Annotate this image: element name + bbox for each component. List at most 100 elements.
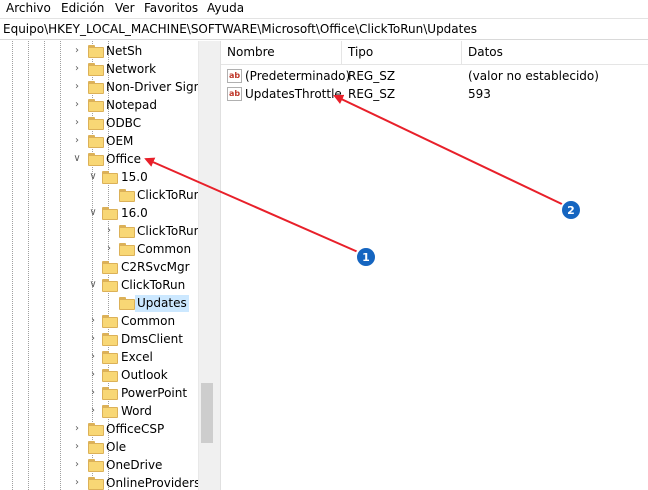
tree-scrollbar[interactable] <box>198 41 215 490</box>
tree-item[interactable]: › OEM <box>0 132 198 150</box>
menu-favoritos[interactable]: Favoritos <box>144 1 198 16</box>
folder-icon <box>102 333 118 346</box>
tree-item-label[interactable]: DmsClient <box>119 331 185 348</box>
chevron-right-icon[interactable]: › <box>87 314 99 328</box>
column-header-nombre[interactable]: Nombre <box>221 41 275 65</box>
tree-item-label[interactable]: ClickToRun <box>135 187 198 204</box>
chevron-right-icon[interactable]: › <box>71 476 83 490</box>
tree-item-label[interactable]: Network <box>104 61 158 78</box>
tree-item[interactable]: › Outlook <box>0 366 198 384</box>
menu-ayuda[interactable]: Ayuda <box>207 1 244 16</box>
menu-ver[interactable]: Ver <box>115 1 135 16</box>
tree-item[interactable]: ClickToRun <box>0 186 198 204</box>
folder-icon <box>88 99 104 112</box>
tree-item[interactable]: › Excel <box>0 348 198 366</box>
tree-item-label[interactable]: 15.0 <box>119 169 150 186</box>
tree-item-label[interactable]: Word <box>119 403 154 420</box>
folder-icon <box>88 117 104 130</box>
tree-item[interactable]: › PowerPoint <box>0 384 198 402</box>
tree-item[interactable]: ∨ Office <box>0 150 198 168</box>
list-header: Nombre Tipo Datos <box>221 41 648 65</box>
tree-item-label[interactable]: OneDrive <box>104 457 164 474</box>
chevron-right-icon[interactable]: › <box>87 350 99 364</box>
tree-item-label[interactable]: Excel <box>119 349 155 366</box>
address-bar[interactable]: Equipo\HKEY_LOCAL_MACHINE\SOFTWARE\Micro… <box>0 18 648 40</box>
tree-item[interactable]: › OnlineProviders <box>0 474 198 490</box>
tree-item-label[interactable]: Office <box>104 151 143 168</box>
folder-icon <box>88 459 104 472</box>
address-path[interactable]: Equipo\HKEY_LOCAL_MACHINE\SOFTWARE\Micro… <box>3 22 477 37</box>
tree-item-label[interactable]: ClickToRun <box>119 277 187 294</box>
menu-archivo[interactable]: Archivo <box>6 1 51 16</box>
chevron-right-icon[interactable]: › <box>103 242 115 256</box>
tree-item-label[interactable]: Common <box>135 241 193 258</box>
menu-edicion[interactable]: Edición <box>61 1 104 16</box>
tree-item-label[interactable]: Common <box>119 313 177 330</box>
tree-item[interactable]: Updates <box>0 294 198 312</box>
chevron-right-icon[interactable]: › <box>103 224 115 238</box>
tree-item-label[interactable]: PowerPoint <box>119 385 189 402</box>
tree-item-label[interactable]: C2RSvcMgr <box>119 259 192 276</box>
tree-item-label[interactable]: Ole <box>104 439 128 456</box>
cell-data: 593 <box>468 87 491 101</box>
tree-item[interactable]: › Common <box>0 312 198 330</box>
tree-item-label[interactable]: OfficeCSP <box>104 421 166 438</box>
tree-item[interactable]: › Common <box>0 240 198 258</box>
tree-item-label[interactable]: ClickToRun <box>135 223 198 240</box>
chevron-right-icon[interactable]: › <box>87 368 99 382</box>
tree-item[interactable]: › ODBC <box>0 114 198 132</box>
column-header-tipo[interactable]: Tipo <box>342 41 373 65</box>
chevron-right-icon[interactable]: › <box>71 62 83 76</box>
folder-icon <box>88 135 104 148</box>
tree-item-label[interactable]: Notepad <box>104 97 159 114</box>
chevron-right-icon[interactable]: › <box>71 422 83 436</box>
tree-item[interactable]: › NetSh <box>0 42 198 60</box>
chevron-right-icon[interactable]: › <box>87 332 99 346</box>
tree-item[interactable]: › ClickToRun <box>0 222 198 240</box>
tree-item[interactable]: › Word <box>0 402 198 420</box>
chevron-right-icon[interactable]: › <box>71 458 83 472</box>
tree-item-label[interactable]: Outlook <box>119 367 170 384</box>
chevron-right-icon[interactable]: › <box>71 98 83 112</box>
tree-item[interactable]: › DmsClient <box>0 330 198 348</box>
tree-item-label[interactable]: OnlineProviders <box>104 475 198 490</box>
chevron-right-icon[interactable]: › <box>71 44 83 58</box>
chevron-right-icon[interactable]: › <box>87 386 99 400</box>
chevron-right-icon[interactable]: › <box>71 134 83 148</box>
tree-item[interactable]: ∨ 16.0 <box>0 204 198 222</box>
folder-icon <box>102 405 118 418</box>
tree-item[interactable]: › OneDrive <box>0 456 198 474</box>
chevron-right-icon[interactable]: › <box>71 440 83 454</box>
menu-bar: Archivo Edición Ver Favoritos Ayuda <box>0 0 648 18</box>
values-list: Nombre Tipo Datos ab (Predeterminado) REG_… <box>221 41 648 490</box>
tree-item[interactable]: ∨ ClickToRun <box>0 276 198 294</box>
tree-item[interactable]: › Ole <box>0 438 198 456</box>
tree-item-label[interactable]: 16.0 <box>119 205 150 222</box>
list-row[interactable]: ab UpdatesThrottle REG_SZ 593 <box>221 85 648 103</box>
chevron-down-icon[interactable]: ∨ <box>71 152 83 166</box>
cell-name: (Predeterminado) <box>245 69 351 83</box>
tree-item-label[interactable]: NetSh <box>104 43 144 60</box>
chevron-right-icon[interactable]: › <box>87 404 99 418</box>
chevron-down-icon[interactable]: ∨ <box>87 170 99 184</box>
folder-icon <box>119 189 135 202</box>
chevron-down-icon[interactable]: ∨ <box>87 278 99 292</box>
tree-item[interactable]: › Network <box>0 60 198 78</box>
tree-item-label[interactable]: ODBC <box>104 115 143 132</box>
tree-item[interactable]: › OfficeCSP <box>0 420 198 438</box>
tree-item[interactable]: › Notepad <box>0 96 198 114</box>
folder-icon <box>102 171 118 184</box>
tree-item[interactable]: C2RSvcMgr <box>0 258 198 276</box>
chevron-right-icon[interactable]: › <box>71 80 83 94</box>
folder-icon <box>88 423 104 436</box>
chevron-down-icon[interactable]: ∨ <box>87 206 99 220</box>
column-header-datos[interactable]: Datos <box>462 41 503 65</box>
tree-item[interactable]: › Non-Driver Signin <box>0 78 198 96</box>
tree-item[interactable]: ∨ 15.0 <box>0 168 198 186</box>
tree-item-label[interactable]: Updates <box>135 295 189 312</box>
tree-item-label[interactable]: OEM <box>104 133 135 150</box>
tree-item-label[interactable]: Non-Driver Signin <box>104 79 198 96</box>
list-row[interactable]: ab (Predeterminado) REG_SZ (valor no establ… <box>221 67 648 85</box>
tree-scrollbar-thumb[interactable] <box>201 383 213 443</box>
chevron-right-icon[interactable]: › <box>71 116 83 130</box>
